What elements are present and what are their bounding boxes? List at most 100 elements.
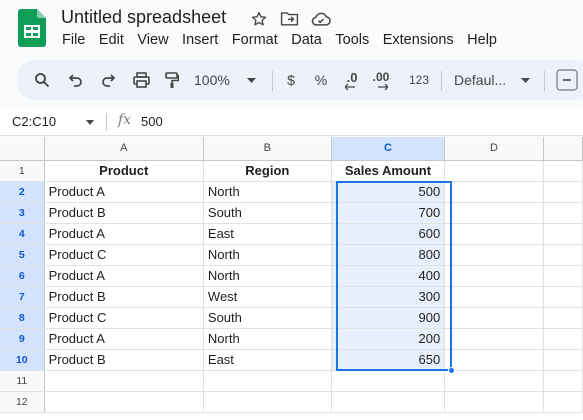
menu-format[interactable]: Format: [232, 32, 278, 48]
cell-c7[interactable]: 300: [331, 286, 446, 308]
cell-c4[interactable]: 600: [331, 223, 446, 245]
cell-c12[interactable]: [331, 391, 446, 413]
cell-a6[interactable]: Product A: [44, 265, 204, 287]
cell-c10[interactable]: 650: [331, 349, 446, 371]
row-header[interactable]: 10: [0, 349, 45, 371]
cell-a8[interactable]: Product C: [44, 307, 204, 329]
cell-b8[interactable]: South: [203, 307, 332, 329]
cell-e2[interactable]: [543, 181, 583, 203]
cell-d10[interactable]: [444, 349, 544, 371]
cell-c1[interactable]: Sales Amount: [331, 160, 446, 182]
menu-extensions[interactable]: Extensions: [383, 32, 454, 48]
cell-b2[interactable]: North: [203, 181, 332, 203]
row-header[interactable]: 7: [0, 286, 45, 308]
cell-b12[interactable]: [203, 391, 332, 413]
print-icon[interactable]: [129, 60, 153, 100]
cell-e3[interactable]: [543, 202, 583, 224]
cell-b5[interactable]: North: [203, 244, 332, 266]
cell-b7[interactable]: West: [203, 286, 332, 308]
cell-e10[interactable]: [543, 349, 583, 371]
zoom-caret-icon[interactable]: [244, 60, 258, 100]
cell-c11[interactable]: [331, 370, 446, 392]
row-header[interactable]: 11: [0, 370, 45, 392]
cell-d4[interactable]: [444, 223, 544, 245]
cell-a11[interactable]: [44, 370, 204, 392]
cell-d6[interactable]: [444, 265, 544, 287]
formula-input[interactable]: 500: [141, 114, 163, 129]
number-format-button[interactable]: 123: [406, 60, 432, 100]
redo-icon[interactable]: [96, 60, 120, 100]
cell-a9[interactable]: Product A: [44, 328, 204, 350]
menu-help[interactable]: Help: [467, 32, 497, 48]
cell-c6[interactable]: 400: [331, 265, 446, 287]
font-family-select[interactable]: Defaul...: [454, 60, 524, 100]
cell-c8[interactable]: 900: [331, 307, 446, 329]
row-header[interactable]: 6: [0, 265, 45, 287]
percent-format-button[interactable]: %: [312, 60, 330, 100]
cell-d2[interactable]: [444, 181, 544, 203]
menu-tools[interactable]: Tools: [335, 32, 369, 48]
cell-e12[interactable]: [543, 391, 583, 413]
menu-insert[interactable]: Insert: [182, 32, 218, 48]
cell-b1[interactable]: Region: [203, 160, 332, 182]
cell-a3[interactable]: Product B: [44, 202, 204, 224]
paint-format-icon[interactable]: [160, 60, 184, 100]
row-header[interactable]: 8: [0, 307, 45, 329]
row-header[interactable]: 4: [0, 223, 45, 245]
cell-b9[interactable]: North: [203, 328, 332, 350]
name-box[interactable]: C2:C10: [12, 114, 56, 129]
cell-d5[interactable]: [444, 244, 544, 266]
undo-icon[interactable]: [64, 60, 88, 100]
cell-b4[interactable]: East: [203, 223, 332, 245]
cell-b6[interactable]: North: [203, 265, 332, 287]
cell-a10[interactable]: Product B: [44, 349, 204, 371]
currency-format-button[interactable]: $: [282, 60, 300, 100]
row-header[interactable]: 1: [0, 160, 45, 182]
cell-c3[interactable]: 700: [331, 202, 446, 224]
column-header-a[interactable]: A: [44, 137, 204, 161]
row-header[interactable]: 12: [0, 391, 45, 413]
cell-d9[interactable]: [444, 328, 544, 350]
cell-a1[interactable]: Product: [44, 160, 204, 182]
menu-data[interactable]: Data: [291, 32, 322, 48]
cell-d7[interactable]: [444, 286, 544, 308]
menu-file[interactable]: File: [62, 32, 85, 48]
menu-edit[interactable]: Edit: [99, 32, 124, 48]
cell-d1[interactable]: [444, 160, 544, 182]
cell-e4[interactable]: [543, 223, 583, 245]
cell-e6[interactable]: [543, 265, 583, 287]
cell-e8[interactable]: [543, 307, 583, 329]
cell-d8[interactable]: [444, 307, 544, 329]
cell-e11[interactable]: [543, 370, 583, 392]
cloud-status-icon[interactable]: [310, 8, 331, 29]
cell-d12[interactable]: [444, 391, 544, 413]
row-header[interactable]: 2: [0, 181, 45, 203]
font-size-decrease-icon[interactable]: [554, 60, 580, 100]
column-header-c[interactable]: C: [331, 137, 446, 161]
fill-handle[interactable]: [448, 367, 455, 374]
row-header[interactable]: 5: [0, 244, 45, 266]
cell-d3[interactable]: [444, 202, 544, 224]
row-header[interactable]: 9: [0, 328, 45, 350]
cell-b3[interactable]: South: [203, 202, 332, 224]
sheets-logo-icon[interactable]: [18, 9, 46, 47]
font-caret-icon[interactable]: [518, 60, 532, 100]
cell-a4[interactable]: Product A: [44, 223, 204, 245]
cell-e9[interactable]: [543, 328, 583, 350]
cell-b11[interactable]: [203, 370, 332, 392]
search-menus-icon[interactable]: [30, 60, 54, 100]
column-header-e[interactable]: [543, 137, 583, 161]
cell-e5[interactable]: [543, 244, 583, 266]
zoom-value[interactable]: 100%: [194, 60, 240, 100]
menu-view[interactable]: View: [137, 32, 168, 48]
row-header[interactable]: 3: [0, 202, 45, 224]
cell-a2[interactable]: Product A: [44, 181, 204, 203]
document-title[interactable]: Untitled spreadsheet: [61, 7, 226, 28]
cell-c2[interactable]: 500: [331, 181, 446, 203]
cell-b10[interactable]: East: [203, 349, 332, 371]
cell-a12[interactable]: [44, 391, 204, 413]
cell-a5[interactable]: Product C: [44, 244, 204, 266]
column-header-d[interactable]: D: [444, 137, 544, 161]
column-header-b[interactable]: B: [203, 137, 332, 161]
name-box-caret-icon[interactable]: [86, 120, 94, 125]
